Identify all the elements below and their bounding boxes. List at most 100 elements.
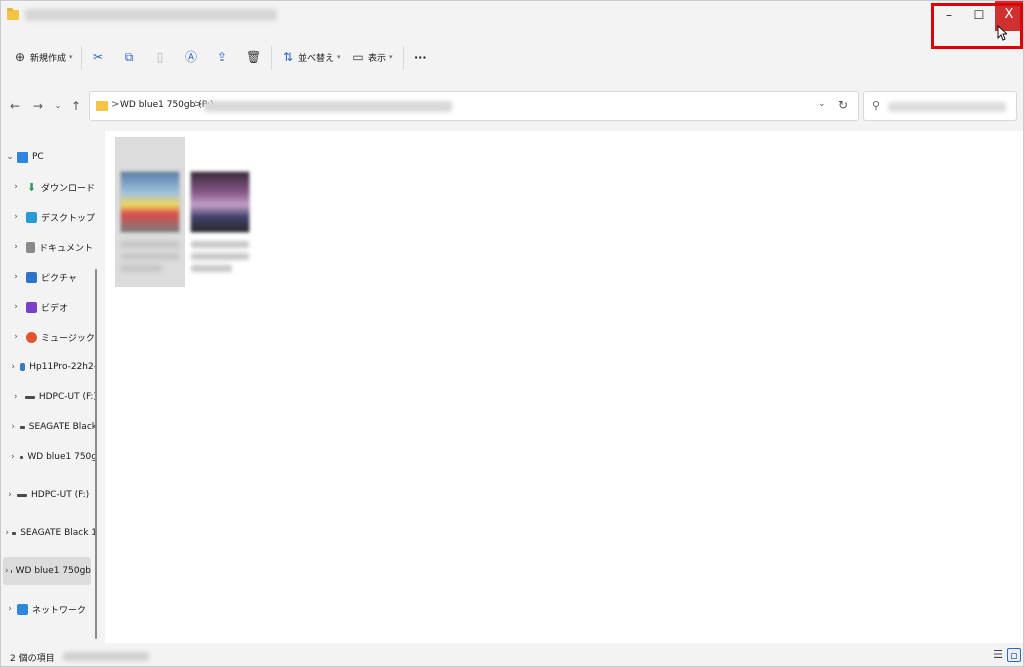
chevron-right-icon: › <box>14 302 18 312</box>
sidebar-item-label: ネットワーク <box>32 605 87 616</box>
drive-icon <box>25 395 35 399</box>
sort-icon: ⇅ <box>282 50 294 64</box>
sidebar-item-label: WD blue1 750g <box>27 452 97 462</box>
up-arrow-icon[interactable]: ↑ <box>69 99 83 113</box>
sidebar-item-seagate[interactable]: › SEAGATE Black <box>1 413 97 441</box>
download-icon: ⬇ <box>26 180 37 194</box>
sidebar-item-pc[interactable]: ⌄ PC <box>1 143 97 171</box>
breadcrumb-folder[interactable] <box>204 101 452 112</box>
pictures-icon <box>26 271 37 283</box>
chevron-right-icon: › <box>11 362 15 372</box>
more-icon: ··· <box>414 50 427 64</box>
file-item[interactable] <box>185 137 255 287</box>
toolbar-divider <box>81 46 82 70</box>
more-options-button[interactable]: ··· <box>411 47 427 67</box>
file-name <box>191 241 249 281</box>
sort-button[interactable]: ⇅ 並べ替え ▾ <box>281 47 341 67</box>
toolbar-divider <box>271 46 272 70</box>
chevron-down-icon: ▾ <box>337 53 341 61</box>
sidebar-drive-seagate[interactable]: › SEAGATE Black 1 <box>1 519 97 547</box>
sidebar-item-hp11pro[interactable]: › Hp11Pro-22h2- <box>1 353 97 381</box>
drive-icon <box>17 493 27 497</box>
paste-button[interactable]: ▯ <box>153 47 167 67</box>
chevron-right-icon: › <box>13 392 18 402</box>
copy-button[interactable]: ⧉ <box>122 47 136 67</box>
minimize-button[interactable]: – <box>934 1 964 31</box>
sidebar-item-pictures[interactable]: › ピクチャ <box>1 263 97 291</box>
address-dropdown-icon[interactable]: ⌄ <box>818 99 826 109</box>
computer-icon <box>20 363 26 371</box>
search-icon: ⚲ <box>872 99 881 112</box>
sidebar-item-label: HDPC-UT (F:) <box>38 392 97 402</box>
details-view-icon[interactable]: ☰ <box>991 648 1005 662</box>
chevron-right-icon: › <box>14 272 18 282</box>
forward-arrow-icon[interactable]: → <box>31 99 45 113</box>
chevron-right-icon: › <box>5 528 10 538</box>
delete-button[interactable]: 🗑 <box>246 47 261 67</box>
new-button-label: 新規作成 <box>30 53 67 64</box>
new-button[interactable]: ⊕ 新規作成 ▾ <box>13 47 73 67</box>
recent-locations-chevron-icon[interactable]: ⌄ <box>51 99 65 113</box>
rename-icon: Ⓐ <box>184 50 197 64</box>
chevron-right-icon: › <box>14 332 18 342</box>
folder-icon <box>96 101 108 111</box>
chevron-down-icon: ⌄ <box>6 152 14 162</box>
sidebar-item-label: SEAGATE Black 1 <box>20 528 97 538</box>
command-bar: ⊕ 新規作成 ▾ ✂ ⧉ ▯ Ⓐ ⇪ 🗑 ⇅ 並べ替え ▾ ▭ 表示 ▾ ··· <box>1 35 1023 79</box>
file-list-view[interactable] <box>105 131 1023 643</box>
sidebar-item-label: ビデオ <box>41 303 69 314</box>
sidebar-drive-hdpc-ut[interactable]: › HDPC-UT (F:) <box>1 481 97 509</box>
maximize-button[interactable]: ☐ <box>964 1 994 31</box>
chevron-right-icon: › <box>11 422 15 432</box>
chevron-right-icon: › <box>5 566 9 576</box>
copy-icon: ⧉ <box>124 50 134 64</box>
sidebar-item-wd-blue[interactable]: › WD blue1 750g <box>1 443 97 471</box>
sidebar-item-documents[interactable]: › ドキュメント <box>1 233 97 261</box>
file-item[interactable] <box>115 137 185 287</box>
thumbnail-view-icon[interactable]: ▫ <box>1007 648 1021 662</box>
cut-button[interactable]: ✂ <box>91 47 105 67</box>
sidebar-item-label: ミュージック <box>41 333 95 344</box>
sidebar-item-downloads[interactable]: › ⬇ ダウンロード <box>1 173 97 201</box>
plus-circle-icon: ⊕ <box>14 50 26 64</box>
title-bar[interactable]: – ☐ X <box>1 1 1023 49</box>
sidebar-item-label: SEAGATE Black <box>28 422 97 432</box>
view-button[interactable]: ▭ 表示 ▾ <box>351 47 393 67</box>
drive-icon <box>19 455 24 459</box>
window-title <box>25 9 277 21</box>
view-button-label: 表示 <box>368 53 387 64</box>
share-button[interactable]: ⇪ <box>215 47 229 67</box>
sidebar-item-videos[interactable]: › ビデオ <box>1 293 97 321</box>
sidebar-item-network[interactable]: › ネットワーク <box>1 595 97 623</box>
chevron-right-icon: › <box>8 604 12 614</box>
sidebar-item-label: PC <box>32 152 44 162</box>
sidebar-item-label: ドキュメント <box>39 243 94 254</box>
sidebar-item-hdpc-ut[interactable]: › HDPC-UT (F:) <box>1 383 97 411</box>
rename-button[interactable]: Ⓐ <box>184 47 198 67</box>
chevron-down-icon: ▾ <box>69 53 73 61</box>
status-bar: 2 個の項目 ☰ ▫ <box>1 645 1023 667</box>
selection-info <box>63 652 149 661</box>
refresh-icon[interactable]: ↻ <box>838 98 848 112</box>
chevron-down-icon: ▾ <box>389 53 393 61</box>
search-placeholder <box>888 102 1006 112</box>
sort-button-label: 並べ替え <box>298 53 335 64</box>
breadcrumb-separator: > <box>111 99 120 110</box>
file-explorer-window: – ☐ X ⊕ 新規作成 ▾ ✂ ⧉ ▯ Ⓐ ⇪ 🗑 ⇅ 並べ替え ▾ ▭ 表示… <box>0 0 1024 667</box>
address-bar[interactable]: > WD blue1 750gb (P:) > ⌄ ↻ <box>89 91 859 121</box>
sidebar-drive-wd-blue[interactable]: › WD blue1 750gb <box>3 557 91 585</box>
document-icon <box>26 241 35 253</box>
sidebar-item-music[interactable]: › ミュージック <box>1 323 97 351</box>
view-icon: ▭ <box>352 50 364 64</box>
chevron-right-icon: › <box>14 242 18 252</box>
chevron-right-icon: › <box>8 490 12 500</box>
search-box[interactable]: ⚲ <box>863 91 1017 121</box>
sidebar-scrollbar[interactable] <box>95 269 97 639</box>
back-arrow-icon[interactable]: ← <box>8 99 22 113</box>
sidebar-item-label: HDPC-UT (F:) <box>31 490 90 500</box>
sidebar-item-desktop[interactable]: › デスクトップ <box>1 203 97 231</box>
video-icon <box>26 301 37 313</box>
chevron-right-icon: › <box>14 182 18 192</box>
chevron-right-icon: › <box>14 212 18 222</box>
desktop-icon <box>26 211 37 223</box>
